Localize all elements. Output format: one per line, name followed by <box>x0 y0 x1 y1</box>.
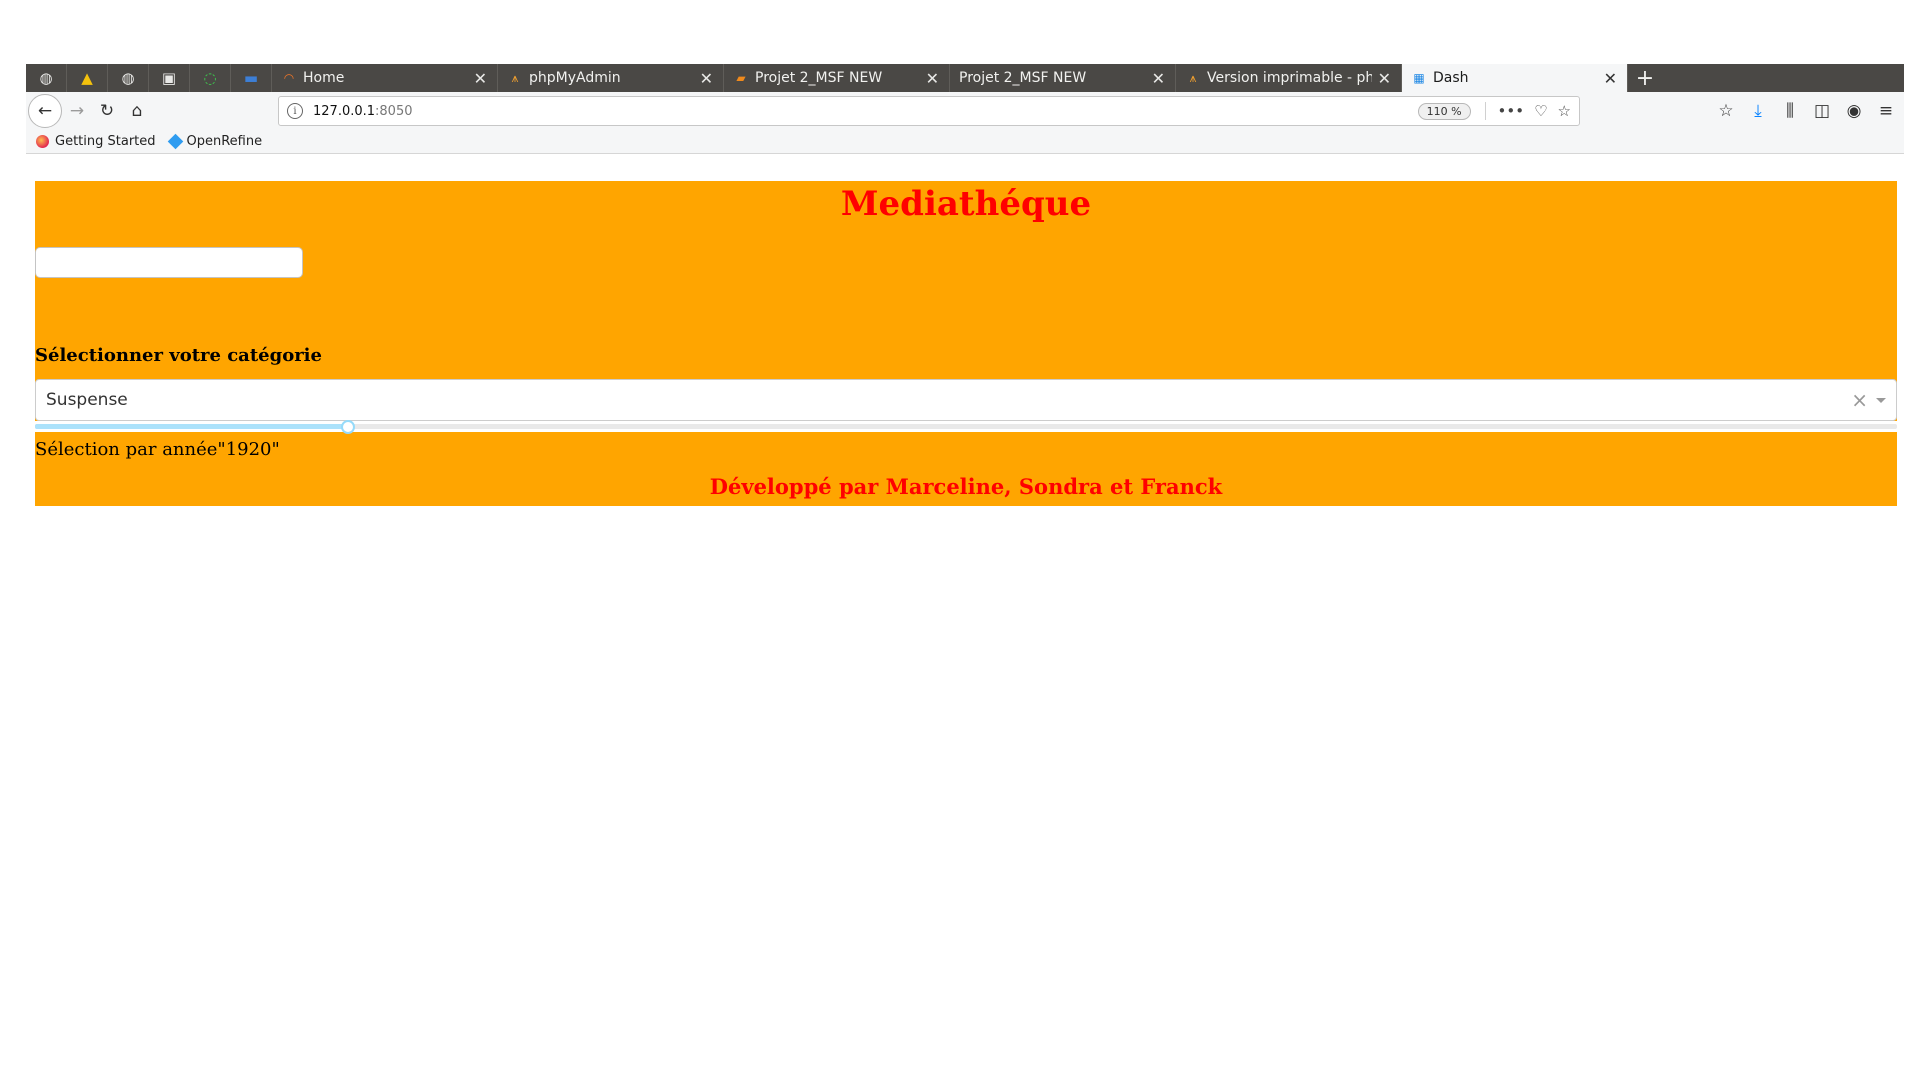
text-input[interactable] <box>35 247 303 278</box>
phpmyadmin-icon: ⩚ <box>511 70 519 85</box>
tab-projet-2[interactable]: Projet 2_MSF NEW ✕ <box>950 64 1176 92</box>
pinned-tab-1[interactable]: ◍ <box>26 64 67 92</box>
pinned-tab-3[interactable]: ◍ <box>108 64 149 92</box>
reload-button[interactable]: ↻ <box>92 96 122 126</box>
tab-bar: ◍ ▲ ◍ ▣ ◌ ▬ ◠ Home ✕ ⩚ phpMyAdmin ✕ ▰ Pr… <box>26 64 1904 92</box>
pocket-icon[interactable]: ♡ <box>1534 102 1547 120</box>
browser-window: ◍ ▲ ◍ ▣ ◌ ▬ ◠ Home ✕ ⩚ phpMyAdmin ✕ ▰ Pr… <box>26 64 1904 154</box>
reload-icon: ↻ <box>99 101 115 121</box>
bookmarks-toolbar: Getting Started OpenRefine <box>26 130 1904 154</box>
slider-handle[interactable] <box>340 420 355 434</box>
close-icon[interactable]: ✕ <box>1152 69 1165 88</box>
page-title: Mediathéque <box>840 184 1092 224</box>
bookmarks-star-button[interactable]: ☆ <box>1714 96 1738 126</box>
more-actions-icon[interactable]: ••• <box>1498 102 1525 120</box>
category-label: Sélectionner votre catégorie <box>35 345 322 366</box>
menu-button[interactable]: ≡ <box>1874 96 1898 126</box>
terminal-icon: ▬ <box>243 69 259 87</box>
library-icon: ⫼ <box>1786 101 1794 121</box>
tab-title: phpMyAdmin <box>529 70 621 86</box>
url-bar[interactable]: i 127.0.0.1:8050 110 % ••• ♡ ☆ <box>278 96 1580 126</box>
tab-phpmyadmin[interactable]: ⩚ phpMyAdmin ✕ <box>498 64 724 92</box>
pinned-tab-5[interactable]: ◌ <box>190 64 231 92</box>
toolbar-right: ☆ ⤓ ⫼ ◫ ◉ ≡ <box>1714 96 1904 126</box>
library-button[interactable]: ⫼ <box>1778 96 1802 126</box>
firefox-icon <box>36 135 49 148</box>
sidebar-icon: ◫ <box>1813 101 1831 121</box>
tab-home[interactable]: ◠ Home ✕ <box>272 64 498 92</box>
dropdown-container: Suspense × <box>35 379 1897 421</box>
chevron-down-icon[interactable] <box>1876 397 1886 403</box>
phpmyadmin-icon: ⩚ <box>1189 70 1197 85</box>
globe-icon: ◍ <box>121 69 135 87</box>
back-button[interactable]: ← <box>28 94 62 128</box>
close-icon[interactable]: ✕ <box>474 69 487 88</box>
close-icon[interactable]: ✕ <box>926 69 939 88</box>
home-button[interactable]: ⌂ <box>122 96 152 126</box>
book-icon: ▰ <box>736 71 746 85</box>
tab-title: Version imprimable - php <box>1207 70 1372 86</box>
forward-button[interactable]: → <box>62 96 92 126</box>
contact-icon: ▣ <box>161 69 177 87</box>
home-icon: ⌂ <box>131 101 143 121</box>
arrow-left-icon: ← <box>37 101 53 121</box>
plus-icon: + <box>1635 65 1655 91</box>
url-port: :8050 <box>375 103 413 119</box>
close-icon[interactable]: ✕ <box>700 69 713 88</box>
year-slider[interactable] <box>35 420 1897 434</box>
account-button[interactable]: ◉ <box>1842 96 1866 126</box>
pinned-tab-6[interactable]: ▬ <box>231 64 272 92</box>
footer-credits: Développé par Marceline, Sondra et Franc… <box>709 474 1223 499</box>
bookmark-star-icon[interactable]: ☆ <box>1558 102 1571 120</box>
bookmark-openrefine[interactable]: OpenRefine <box>167 133 263 150</box>
globe-icon: ◍ <box>39 69 53 87</box>
openrefine-icon <box>167 133 183 150</box>
close-icon[interactable]: ✕ <box>1378 69 1391 88</box>
url-actions: ••• ♡ ☆ <box>1484 102 1571 120</box>
dash-app: Mediathéque Sélectionner votre catégorie… <box>35 181 1897 506</box>
pinned-tab-2[interactable]: ▲ <box>67 64 108 92</box>
dropdown-selected-value: Suspense <box>46 390 128 410</box>
tab-title: Home <box>303 70 345 86</box>
clear-icon[interactable]: × <box>1851 388 1868 412</box>
navigation-bar: ← → ↻ ⌂ i 127.0.0.1:8050 110 % ••• ♡ ☆ ☆… <box>26 92 1904 130</box>
bookmark-label: OpenRefine <box>186 134 263 149</box>
close-icon[interactable]: ✕ <box>1604 69 1617 88</box>
new-tab-button[interactable]: + <box>1628 64 1662 92</box>
slider-fill <box>35 424 348 429</box>
category-dropdown[interactable]: Suspense × <box>35 379 1897 421</box>
zoom-indicator[interactable]: 110 % <box>1417 102 1471 120</box>
sidebar-button[interactable]: ◫ <box>1810 96 1834 126</box>
arrow-right-icon: → <box>69 101 85 121</box>
year-selection-text: Sélection par année"1920" <box>35 439 280 460</box>
bookmark-getting-started[interactable]: Getting Started <box>36 134 156 149</box>
url-host: 127.0.0.1 <box>313 103 376 119</box>
hamburger-menu-icon: ≡ <box>1878 101 1894 121</box>
loading-icon: ◌ <box>203 69 217 87</box>
tab-dash[interactable]: ▦ Dash ✕ <box>1402 64 1628 92</box>
tab-title: Projet 2_MSF NEW <box>755 70 883 86</box>
pinned-tab-4[interactable]: ▣ <box>149 64 190 92</box>
dash-icon: ▦ <box>1413 71 1425 85</box>
star-list-icon: ☆ <box>1718 101 1734 121</box>
jupyter-icon: ◠ <box>283 71 295 85</box>
downloads-button[interactable]: ⤓ <box>1746 96 1770 126</box>
account-icon: ◉ <box>1846 101 1862 121</box>
tab-projet-1[interactable]: ▰ Projet 2_MSF NEW ✕ <box>724 64 950 92</box>
tab-title: Dash <box>1433 70 1469 86</box>
download-icon: ⤓ <box>1754 101 1762 121</box>
info-icon[interactable]: i <box>287 103 303 119</box>
drive-icon: ▲ <box>81 69 93 87</box>
tab-version-imprimable[interactable]: ⩚ Version imprimable - php ✕ <box>1176 64 1402 92</box>
bookmark-label: Getting Started <box>55 134 156 149</box>
tab-title: Projet 2_MSF NEW <box>959 70 1087 86</box>
